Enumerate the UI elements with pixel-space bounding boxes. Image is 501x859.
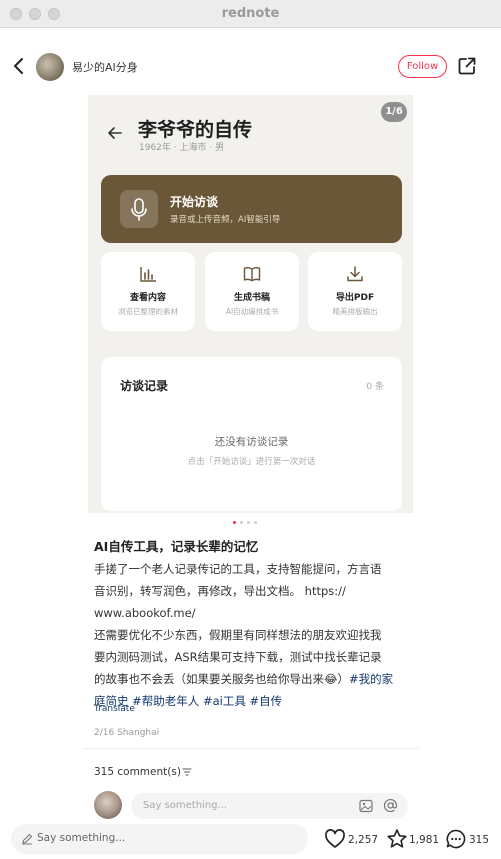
generate-manuscript-card: 生成书稿 AI自动编排成书 xyxy=(205,252,299,331)
heart-icon xyxy=(325,829,345,848)
action-title: 生成书稿 xyxy=(233,293,270,303)
carousel-dot[interactable] xyxy=(247,521,250,524)
app-title: 李爷爷的自传 xyxy=(138,119,253,141)
comment-input-placeholder: Say something... xyxy=(143,800,228,811)
download-icon xyxy=(347,266,363,282)
hashtag-link[interactable]: #ai工具 xyxy=(203,694,246,708)
window-title: rednote xyxy=(221,6,280,21)
bottom-comment-input[interactable]: Say something... xyxy=(11,824,308,854)
post-date-location: 2/16 Shanghai xyxy=(94,728,160,738)
post-body-line: 庭简史 #帮助老年人 #ai工具 #自传 xyxy=(94,690,410,712)
follow-button[interactable]: Follow xyxy=(398,55,447,78)
chevron-left-icon xyxy=(14,58,23,74)
interview-records-card: 访谈记录 0 条 还没有访谈记录 点击「开始访谈」进行第一次对话 xyxy=(101,357,402,511)
sort-icon[interactable] xyxy=(182,768,192,776)
post-body-line: 要内测码测试，ASR结果可支持下载，测试中找长辈记录 xyxy=(94,650,382,664)
page-indicator: 1/6 xyxy=(381,102,407,122)
favorite-button[interactable]: 1,981 xyxy=(386,828,440,850)
post-title: AI自传工具，记录长辈的记忆 xyxy=(94,539,259,554)
window-titlebar: rednote xyxy=(0,0,501,28)
action-desc: AI自动编排成书 xyxy=(225,307,279,316)
translate-link[interactable]: Translate xyxy=(94,704,135,714)
view-content-card: 查看内容 浏览已整理的素材 xyxy=(101,252,195,331)
start-interview-desc: 录音或上传音频，AI智能引导 xyxy=(170,215,281,225)
divider xyxy=(82,748,419,749)
empty-state-title: 还没有访谈记录 xyxy=(214,436,289,448)
app-back-arrow xyxy=(107,125,123,141)
post-body-line: 音识别，转写润色，再修改，导出文档。 https:// xyxy=(94,584,346,598)
bottom-action-bar: Say something... 2,257 1,981 315 xyxy=(0,820,501,859)
action-title: 导出PDF xyxy=(335,293,375,303)
author-name[interactable]: 易少的AI分身 xyxy=(72,59,138,75)
action-desc: 精美排版输出 xyxy=(332,307,378,316)
comment-bubble-icon xyxy=(446,829,466,849)
pen-icon xyxy=(21,833,33,845)
like-count: 2,257 xyxy=(348,834,379,846)
post-body: 手搓了一个老人记录传记的工具，支持智能提问，方言语 音识别，转写润色，再修改，导… xyxy=(94,558,410,712)
start-interview-title: 开始访谈 xyxy=(170,195,219,209)
action-title: 查看内容 xyxy=(129,293,166,303)
book-icon xyxy=(243,267,261,282)
star-icon xyxy=(387,829,407,848)
favorite-count: 1,981 xyxy=(409,834,440,846)
hashtag-link[interactable]: #我的家 xyxy=(349,672,393,686)
records-title: 访谈记录 xyxy=(120,379,169,393)
share-icon xyxy=(458,57,476,75)
post-body-text: 的故事也不会丢（如果要关服务也给你导出来😂） xyxy=(94,672,349,686)
post-header: 易少的AI分身 Follow xyxy=(0,45,501,89)
post-body-line: 还需要优化不少东西，假期里有同样想法的朋友欢迎找我 xyxy=(94,628,382,642)
user-avatar xyxy=(94,791,122,819)
post-body-line: www.abookof.me/ xyxy=(94,606,196,620)
mic-icon xyxy=(120,190,158,228)
hashtag-link[interactable]: #帮助老年人 xyxy=(132,694,199,708)
hashtag-link[interactable]: #自传 xyxy=(250,694,283,708)
comment-total: 315 xyxy=(469,834,490,846)
comment-input[interactable]: Say something... xyxy=(131,793,408,819)
carousel-dot[interactable] xyxy=(254,521,257,524)
like-button[interactable]: 2,257 xyxy=(324,828,380,850)
bottom-input-placeholder: Say something... xyxy=(37,832,126,844)
arrow-left-icon xyxy=(108,127,122,139)
records-count: 0 条 xyxy=(366,382,384,392)
post-body-line: 手搓了一个老人记录传记的工具，支持智能提问，方言语 xyxy=(94,562,382,576)
image-icon[interactable] xyxy=(359,799,373,813)
comments-button[interactable]: 315 xyxy=(445,828,493,850)
post-body-line: 的故事也不会丢（如果要关服务也给你导出来😂）#我的家 xyxy=(94,668,410,690)
carousel-dot-active[interactable] xyxy=(233,521,236,524)
author-avatar[interactable] xyxy=(36,53,64,81)
share-button[interactable] xyxy=(457,56,477,76)
post-image[interactable]: 1/6 李爷爷的自传 1962年 · 上海市 · 男 开始访谈 录音或上传音频，… xyxy=(88,95,413,513)
back-button[interactable] xyxy=(10,54,28,78)
app-subtitle: 1962年 · 上海市 · 男 xyxy=(139,143,225,153)
empty-state-desc: 点击「开始访谈」进行第一次对话 xyxy=(187,457,316,467)
comment-count: 315 comment(s) xyxy=(94,766,181,778)
at-mention-icon[interactable] xyxy=(383,798,398,813)
carousel-dot[interactable] xyxy=(240,521,243,524)
start-interview-card: 开始访谈 录音或上传音频，AI智能引导 xyxy=(101,175,402,243)
export-pdf-card: 导出PDF 精美排版输出 xyxy=(308,252,402,331)
bar-chart-icon xyxy=(140,267,156,282)
action-desc: 浏览已整理的素材 xyxy=(118,307,178,316)
